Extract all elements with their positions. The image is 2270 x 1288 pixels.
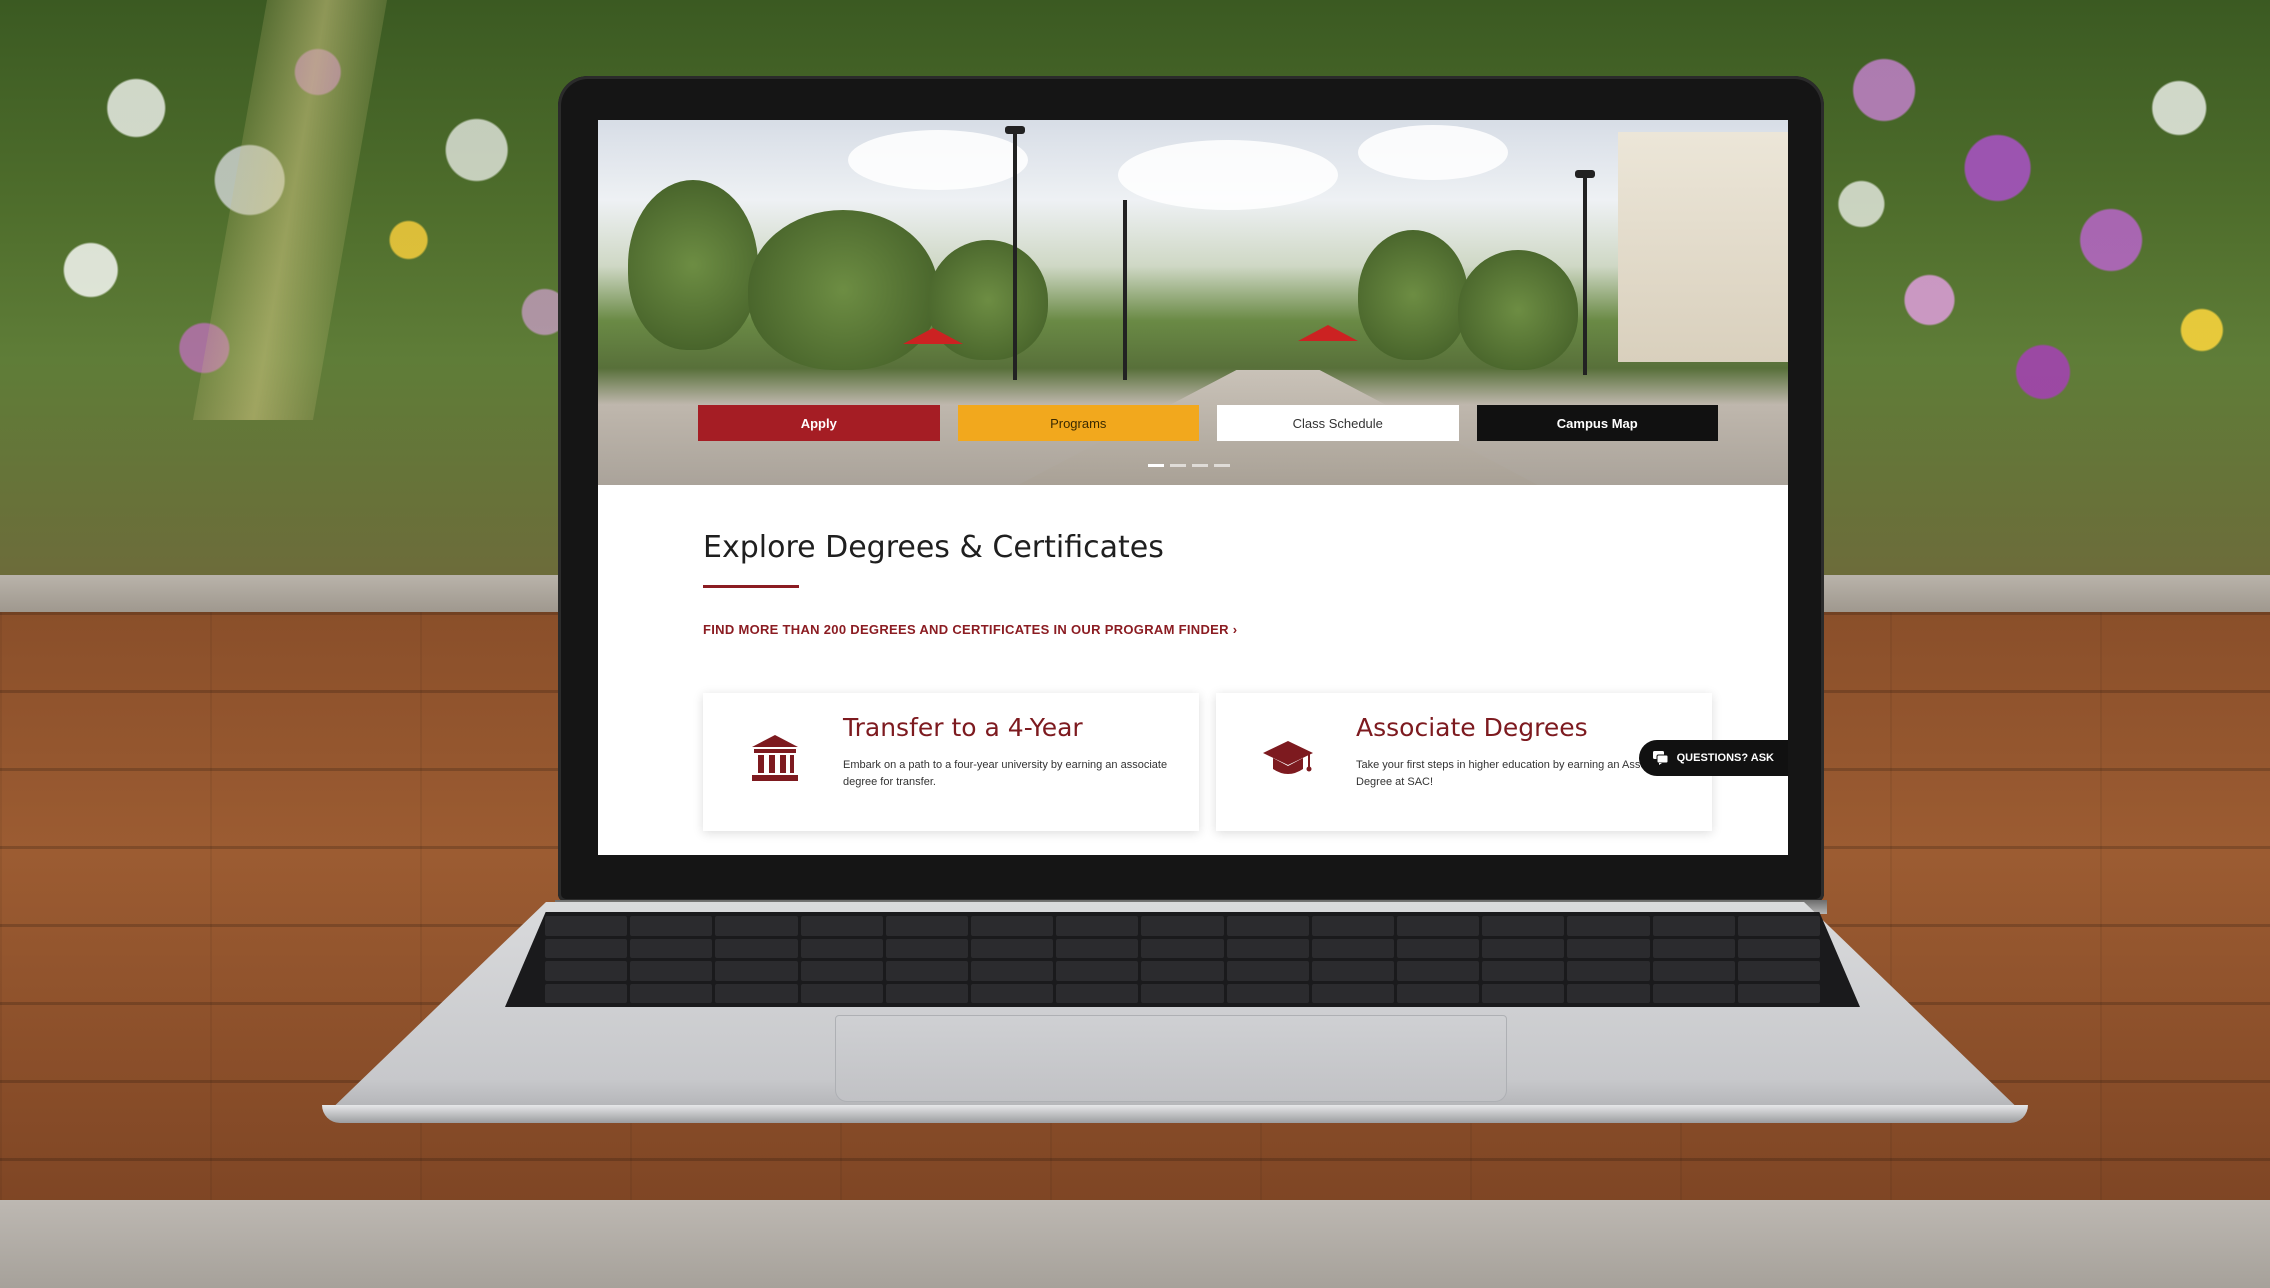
transfer-card[interactable]: Transfer to a 4-Year Embark on a path to… xyxy=(703,693,1199,831)
hero-lamp-post xyxy=(1013,130,1017,380)
section-title: Explore Degrees & Certificates xyxy=(703,530,1164,565)
hero-cloud xyxy=(1118,140,1338,210)
hero-tree xyxy=(1458,250,1578,370)
hero-tree xyxy=(1358,230,1468,360)
hero-red-tent xyxy=(1298,325,1358,341)
carousel-dot[interactable] xyxy=(1192,464,1208,467)
hero-lamp-head xyxy=(1005,126,1025,134)
hero-tree xyxy=(628,180,758,350)
quick-links-bar: Apply Programs Class Schedule Campus Map xyxy=(698,405,1718,441)
university-building-icon xyxy=(752,735,798,781)
laptop-trackpad xyxy=(835,1015,1507,1102)
hero-lamp-post xyxy=(1583,175,1587,375)
hero-cloud xyxy=(848,130,1028,190)
chat-bubble-icon xyxy=(1652,751,1669,765)
hero-lamp-post xyxy=(1123,200,1127,380)
laptop-keyboard xyxy=(505,912,1860,1007)
degrees-section: Explore Degrees & Certificates FIND MORE… xyxy=(598,485,1788,855)
campus-map-button[interactable]: Campus Map xyxy=(1476,405,1718,441)
hero-banner: Apply Programs Class Schedule Campus Map xyxy=(598,120,1788,485)
chat-widget-button[interactable]: QUESTIONS? ASK xyxy=(1638,740,1788,776)
laptop-base-lip xyxy=(322,1105,2028,1123)
class-schedule-button[interactable]: Class Schedule xyxy=(1217,405,1459,441)
carousel-dot[interactable] xyxy=(1170,464,1186,467)
transfer-card-description: Embark on a path to a four-year universi… xyxy=(843,759,1168,788)
chevron-right-icon: › xyxy=(1232,622,1238,637)
apply-button[interactable]: Apply xyxy=(698,405,940,441)
carousel-dot[interactable] xyxy=(1148,464,1164,467)
hero-lamp-head xyxy=(1575,170,1595,178)
program-finder-link-text: FIND MORE THAN 200 DEGREES AND CERTIFICA… xyxy=(703,622,1229,637)
hero-tree xyxy=(748,210,938,370)
carousel-indicators[interactable] xyxy=(1148,464,1230,467)
hero-red-tent xyxy=(903,328,963,344)
hero-cloud xyxy=(1358,125,1508,180)
associate-card-description: Take your first steps in higher educatio… xyxy=(1356,759,1670,788)
laptop-screen: Apply Programs Class Schedule Campus Map… xyxy=(598,120,1788,855)
carousel-dot[interactable] xyxy=(1214,464,1230,467)
program-finder-link[interactable]: FIND MORE THAN 200 DEGREES AND CERTIFICA… xyxy=(703,622,1237,637)
associate-card[interactable]: Associate Degrees Take your first steps … xyxy=(1216,693,1712,831)
hero-building xyxy=(1618,132,1788,362)
background-concrete-edge xyxy=(0,1200,2270,1288)
associate-card-title: Associate Degrees xyxy=(1356,713,1588,742)
chat-widget-label: QUESTIONS? ASK xyxy=(1676,752,1774,764)
transfer-card-title: Transfer to a 4-Year xyxy=(843,713,1083,742)
title-underline xyxy=(703,585,799,588)
graduation-cap-icon xyxy=(1263,741,1313,774)
programs-button[interactable]: Programs xyxy=(957,405,1199,441)
